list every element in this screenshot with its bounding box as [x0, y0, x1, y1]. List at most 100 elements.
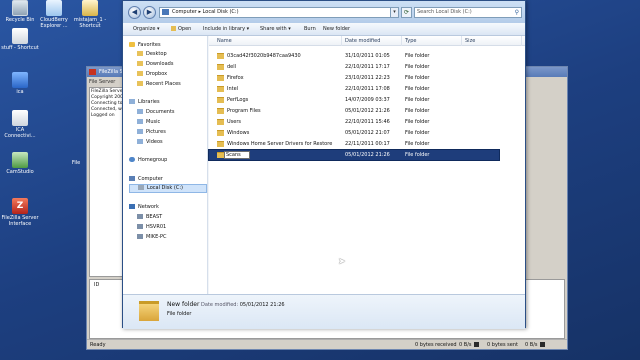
rename-input[interactable]: Scans	[224, 151, 250, 159]
explorer-title-area: ◀ ▶ Computer ▸ Local Disk (C:) ▾ ⟳ Searc…	[123, 1, 525, 23]
navigation-pane: Favorites Desktop Downloads Dropbox Rece…	[123, 36, 208, 294]
table-row[interactable]: Intel 22/10/2011 17:08 File folder	[209, 84, 499, 94]
row-name: Windows Home Server Drivers for Restore	[227, 141, 333, 147]
burn-button[interactable]: Burn	[304, 25, 316, 34]
details-pane: New folder Date modified: 05/01/2012 21:…	[123, 294, 525, 329]
desktop-icon-filezilla-server[interactable]: Z FileZilla Server Interface	[0, 198, 40, 227]
nav-documents[interactable]: Documents	[137, 109, 175, 116]
explorer-window[interactable]: ◀ ▶ Computer ▸ Local Disk (C:) ▾ ⟳ Searc…	[122, 0, 526, 329]
share-with-button[interactable]: Share with ▾	[260, 25, 291, 34]
folder-icon	[217, 152, 224, 158]
row-type: File folder	[405, 53, 430, 59]
folder-icon	[217, 108, 224, 114]
nav-homegroup[interactable]: Homegroup	[129, 157, 167, 164]
breadcrumb-computer[interactable]: Computer	[172, 9, 197, 15]
shortcut-icon	[82, 0, 98, 16]
nav-favorites[interactable]: Favorites	[129, 42, 161, 49]
search-input[interactable]: Search Local Disk (C:) ⚲	[414, 7, 522, 18]
row-date: 05/01/2012 21:07	[345, 130, 390, 136]
row-type: File folder	[405, 64, 430, 70]
table-row[interactable]: Program Files 05/01/2012 21:26 File fold…	[209, 106, 499, 116]
row-type: File folder	[405, 86, 430, 92]
desktop-icon-label: CloudBerry Explorer ...	[40, 17, 68, 29]
nav-pictures[interactable]: Pictures	[137, 129, 166, 136]
table-row[interactable]: dell 22/10/2011 17:17 File folder	[209, 62, 499, 72]
nav-network[interactable]: Network	[129, 204, 159, 211]
table-row[interactable]: 03cad42f3020b9487caa9430 31/10/2011 01:0…	[209, 51, 499, 61]
row-date: 22/11/2011 00:17	[345, 141, 390, 147]
nav-recent-places[interactable]: Recent Places	[137, 81, 181, 88]
table-row[interactable]: Firefox 23/10/2011 22:23 File folder	[209, 73, 499, 83]
nav-libraries[interactable]: Libraries	[129, 99, 160, 106]
new-folder-button[interactable]: New folder	[323, 25, 350, 34]
nav-dropbox[interactable]: Dropbox	[137, 71, 167, 78]
back-button[interactable]: ◀	[128, 6, 141, 19]
column-header-type[interactable]: Type	[402, 36, 462, 46]
desktop-icon-label: CamStudio	[6, 169, 34, 175]
videos-icon	[137, 139, 143, 144]
table-row[interactable]: PerfLogs 14/07/2009 03:37 File folder	[209, 95, 499, 105]
refresh-button[interactable]: ⟳	[401, 7, 412, 18]
downloads-icon	[137, 61, 143, 66]
column-header-name[interactable]: Name	[214, 36, 342, 46]
filezilla-icon: Z	[12, 198, 28, 214]
nav-hsvr01[interactable]: HSVR01	[137, 224, 166, 231]
pictures-icon	[137, 129, 143, 134]
desktop-icon-label: FileZilla Server Interface	[1, 215, 39, 227]
organize-button[interactable]: Organize ▾	[133, 25, 160, 34]
filezilla-status-bar: Ready 0 bytes received 0 B/s 0 bytes sen…	[87, 339, 567, 349]
desktop-icon-camstudio[interactable]: CamStudio	[0, 152, 40, 175]
computer-icon	[129, 176, 135, 181]
filezilla-menu-bar[interactable]: File Server	[89, 79, 115, 85]
nav-local-disk[interactable]: Local Disk (C:)	[129, 184, 207, 193]
row-type: File folder	[405, 97, 430, 103]
homegroup-icon	[129, 157, 135, 162]
open-button[interactable]: Open	[171, 25, 191, 34]
desktop-icon	[137, 51, 143, 56]
nav-desktop[interactable]: Desktop	[137, 51, 167, 58]
receive-led-icon	[473, 342, 479, 347]
details-name: New folder	[167, 301, 200, 308]
row-type: File folder	[405, 108, 430, 114]
nav-downloads[interactable]: Downloads	[137, 61, 173, 68]
column-header-date[interactable]: Date modified	[342, 36, 402, 46]
desktop-icon-cloudberry[interactable]: CloudBerry Explorer ...	[34, 0, 74, 29]
nav-music[interactable]: Music	[137, 119, 160, 126]
desktop-icon-ica[interactable]: ica	[0, 72, 40, 95]
desktop-icon-stuff[interactable]: stuff - Shortcut	[0, 28, 40, 51]
nav-computer[interactable]: Computer	[129, 176, 163, 183]
nav-videos[interactable]: Videos	[137, 139, 163, 146]
row-name: Windows	[227, 130, 250, 136]
include-in-library-button[interactable]: Include in library ▾	[203, 25, 249, 34]
ica-icon	[12, 72, 28, 88]
table-row[interactable]: Users 22/10/2011 15:46 File folder	[209, 117, 499, 127]
camstudio-icon	[12, 152, 28, 168]
address-dropdown-button[interactable]: ▾	[391, 7, 399, 18]
row-date: 05/01/2012 21:26	[345, 108, 390, 114]
breadcrumb-local-disk[interactable]: Local Disk (C:)	[203, 9, 239, 15]
file-list[interactable]: Name Date modified Type Size 03cad42f302…	[208, 36, 525, 294]
folder-icon	[217, 86, 224, 92]
folder-icon	[217, 141, 224, 147]
details-date-label: Date modified:	[201, 302, 239, 308]
filezilla-icon	[89, 69, 96, 75]
nav-beast[interactable]: BEAST	[137, 214, 162, 221]
desktop-icon-file[interactable]: File	[64, 160, 88, 166]
desktop-icon-ica-connectivity[interactable]: ICA Connectivi...	[0, 110, 40, 139]
recycle-bin-icon	[12, 0, 28, 16]
nav-mike-pc[interactable]: MIKE-PC	[137, 234, 167, 241]
row-name: Program Files	[227, 108, 261, 114]
address-bar[interactable]: Computer ▸ Local Disk (C:)	[159, 7, 391, 18]
desktop-icon-mistajam[interactable]: mistajam_1 - Shortcut	[70, 0, 110, 29]
id-column-header[interactable]: ID	[94, 282, 99, 288]
row-name: PerfLogs	[227, 97, 249, 103]
network-icon	[129, 204, 135, 209]
forward-button[interactable]: ▶	[143, 6, 156, 19]
table-row[interactable]: Windows Home Server Drivers for Restore …	[209, 139, 499, 149]
computer-icon	[137, 214, 143, 219]
table-row-selected[interactable]: Scans 05/01/2012 21:26 File folder	[208, 149, 500, 161]
breadcrumb-separator[interactable]: ▸	[198, 9, 201, 15]
desktop-icon-label: stuff - Shortcut	[1, 45, 39, 51]
table-row[interactable]: Windows 05/01/2012 21:07 File folder	[209, 128, 499, 138]
column-header-size[interactable]: Size	[462, 36, 522, 46]
